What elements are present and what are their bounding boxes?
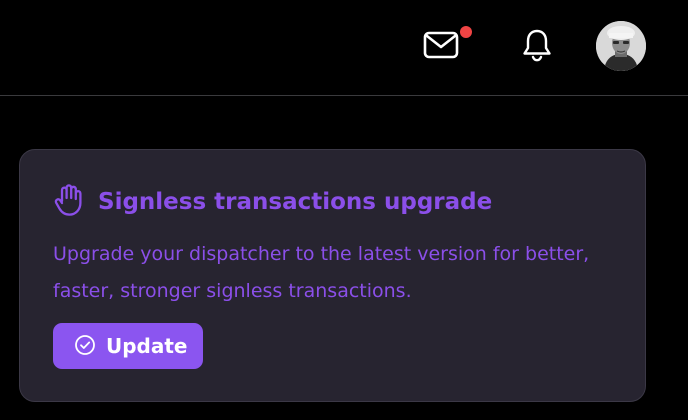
hand-icon — [53, 184, 83, 220]
check-circle-icon — [74, 334, 96, 359]
card-description: Upgrade your dispatcher to the latest ve… — [53, 243, 590, 302]
avatar[interactable] — [596, 21, 646, 71]
user-photo-icon — [596, 21, 646, 71]
mail-icon — [423, 31, 459, 63]
mail-button[interactable] — [421, 27, 461, 67]
bell-icon — [522, 28, 552, 66]
notification-dot — [460, 26, 472, 38]
top-bar — [0, 0, 688, 96]
notifications-button[interactable] — [517, 27, 557, 67]
update-button[interactable]: Update — [53, 323, 203, 369]
update-button-label: Update — [106, 334, 188, 358]
card-header: Signless transactions upgrade — [53, 184, 492, 220]
card-title: Signless transactions upgrade — [98, 189, 493, 215]
upgrade-card: Signless transactions upgrade Upgrade yo… — [19, 149, 646, 402]
